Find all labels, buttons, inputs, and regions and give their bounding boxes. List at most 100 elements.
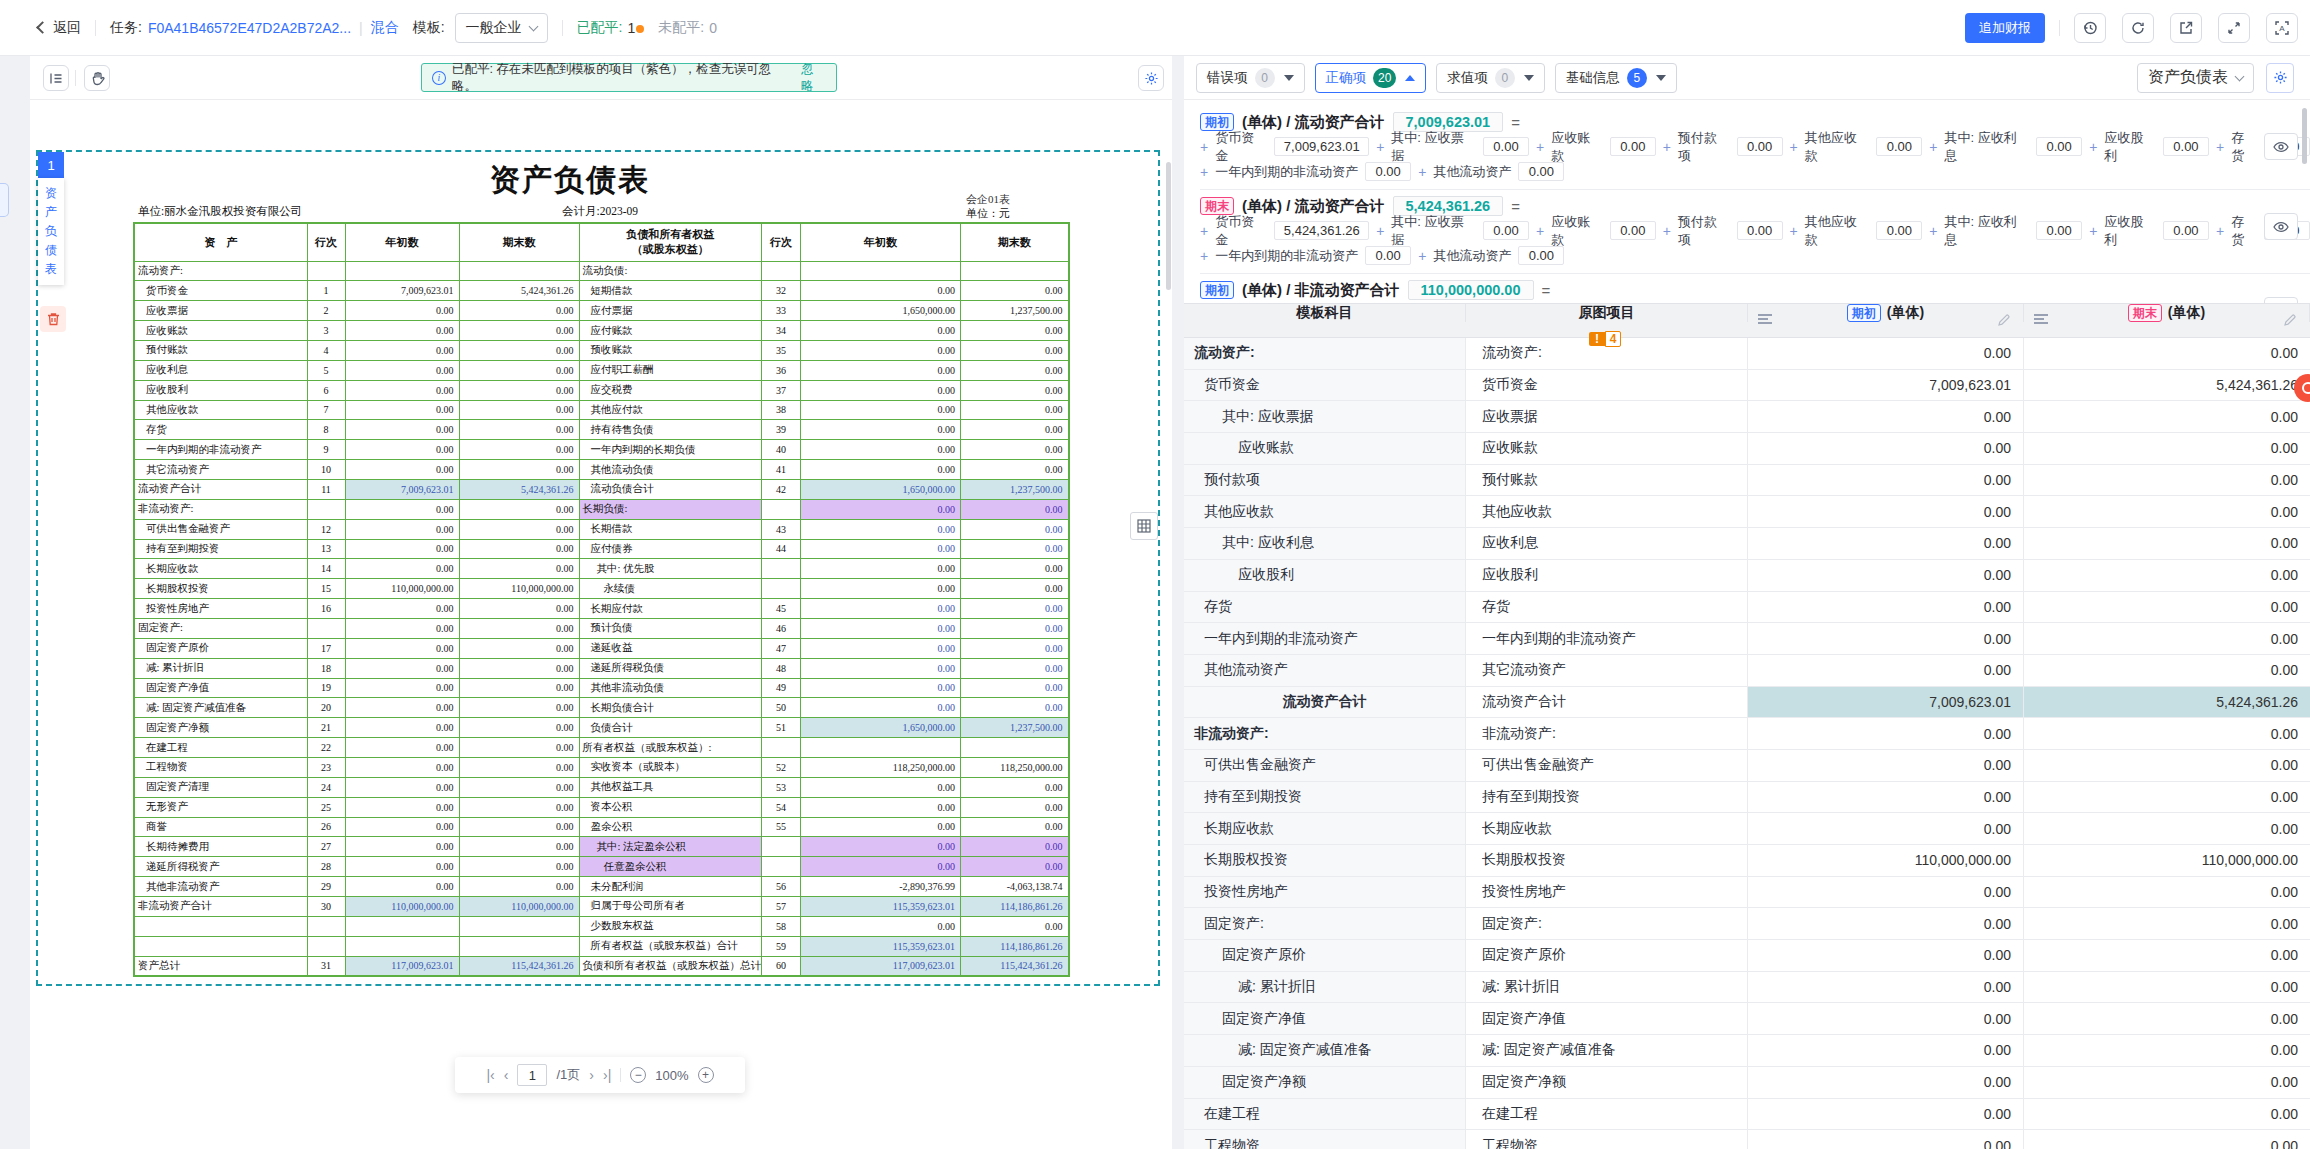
end-suffix: (单体): [2168, 304, 2205, 322]
match-row[interactable]: 其中: 应收利息应收利息0.000.00: [1184, 528, 2310, 560]
zoom-in-button[interactable]: +: [698, 1067, 714, 1083]
doc-cell: 0.00: [801, 837, 961, 857]
match-row[interactable]: 其他应收款其他应收款0.000.00: [1184, 496, 2310, 528]
sheet-select[interactable]: 资产负债表: [2137, 63, 2254, 93]
warning-count-badge: !4: [1464, 330, 1746, 348]
doc-cell: 118,250,000.00: [801, 757, 961, 777]
doc-cell: 0.00: [345, 718, 459, 738]
match-row[interactable]: 长期股权投资长期股权投资110,000,000.00110,000,000.00: [1184, 845, 2310, 877]
match-row[interactable]: 长期应收款长期应收款0.000.00: [1184, 813, 2310, 845]
match-table-header: 模板科目 原图项目 期初 (单体) 期末 (单体) !4: [1184, 304, 2310, 338]
divider: [75, 70, 76, 86]
panel-scrollbar[interactable]: [2302, 108, 2307, 164]
match-row[interactable]: 固定资产净值固定资产净值0.000.00: [1184, 1003, 2310, 1035]
task-label: 任务:: [110, 19, 142, 37]
match-cell: 0.00: [1748, 496, 2024, 527]
task-id[interactable]: F0A41B46572E47D2A2B72A2...: [148, 20, 351, 36]
match-row[interactable]: 减: 累计折旧减: 累计折旧0.000.00: [1184, 972, 2310, 1004]
doc-cell: 0.00: [961, 817, 1069, 837]
filter-chip-正确项[interactable]: 正确项20: [1315, 63, 1427, 93]
match-row[interactable]: 其他流动资产其它流动资产0.000.00: [1184, 655, 2310, 687]
match-row[interactable]: 可供出售金融资产可供出售金融资产0.000.00: [1184, 750, 2310, 782]
match-row[interactable]: 货币资金货币资金7,009,623.015,424,361.26: [1184, 370, 2310, 402]
match-row[interactable]: 应收股利应收股利0.000.00: [1184, 560, 2310, 592]
prev-page-button[interactable]: ‹: [504, 1067, 509, 1083]
back-button[interactable]: 返回: [38, 19, 81, 37]
open-external-button[interactable]: [2170, 13, 2202, 43]
match-row[interactable]: 持有至到期投资持有至到期投资0.000.00: [1184, 782, 2310, 814]
match-row[interactable]: 减: 固定资产减值准备减: 固定资产减值准备0.000.00: [1184, 1035, 2310, 1067]
match-cell: 0.00: [2024, 940, 2310, 971]
page-input[interactable]: 1: [517, 1064, 547, 1086]
doc-cell: [307, 916, 345, 936]
doc-cell: 47: [762, 638, 801, 658]
zoom-out-button[interactable]: −: [630, 1067, 646, 1083]
match-row[interactable]: 固定资产:固定资产:0.000.00: [1184, 908, 2310, 940]
append-report-button[interactable]: 追加财报: [1965, 13, 2045, 43]
match-row[interactable]: 其中: 应收票据应收票据0.000.00: [1184, 401, 2310, 433]
pan-tool-button[interactable]: [84, 65, 110, 91]
match-row[interactable]: 一年内到期的非流动资产一年内到期的非流动资产0.000.00: [1184, 623, 2310, 655]
match-cell: 0.00: [2024, 908, 2310, 939]
next-page-button[interactable]: ›: [589, 1067, 594, 1083]
doc-cell: 49: [762, 678, 801, 698]
header-end-period[interactable]: 期末 (单体): [2024, 304, 2310, 322]
banner-ignore-link[interactable]: 忽略: [801, 61, 826, 95]
doc-cell: 0.00: [459, 877, 579, 897]
header-original-item[interactable]: 原图项目: [1466, 304, 1748, 322]
match-cell: 存货: [1184, 592, 1466, 623]
view-source-button[interactable]: [2264, 133, 2298, 160]
match-cell: 0.00: [1748, 750, 2024, 781]
match-row[interactable]: 固定资产原价固定资产原价0.000.00: [1184, 940, 2310, 972]
header-begin-period[interactable]: 期初 (单体): [1748, 304, 2024, 322]
match-row[interactable]: 预付款项预付账款0.000.00: [1184, 465, 2310, 497]
filter-chip-基础信息[interactable]: 基础信息5: [1555, 63, 1677, 93]
document-toolbar: i 已配平: 存在未匹配到模板的项目（紫色），检查无误可忽略。 忽略: [30, 56, 1172, 100]
match-cell: 0.00: [1748, 528, 2024, 559]
doc-cell: -2,890,376.99: [801, 877, 961, 897]
history-button[interactable]: [2074, 13, 2106, 43]
last-page-button[interactable]: ›|: [603, 1067, 611, 1083]
match-row[interactable]: 流动资产:流动资产:0.000.00: [1184, 338, 2310, 370]
ocr-recognize-button[interactable]: A: [2266, 13, 2298, 43]
outline-toggle-button[interactable]: [43, 65, 69, 91]
match-row[interactable]: 存货存货0.000.00: [1184, 592, 2310, 624]
match-row[interactable]: 投资性房地产投资性房地产0.000.00: [1184, 877, 2310, 909]
refresh-button[interactable]: [2122, 13, 2154, 43]
match-row[interactable]: 工程物资工程物资0.000.00: [1184, 1130, 2310, 1149]
match-cell: 一年内到期的非流动资产: [1184, 623, 1466, 654]
doc-cell: 0.00: [801, 321, 961, 341]
match-row[interactable]: 固定资产净额固定资产净额0.000.00: [1184, 1067, 2310, 1099]
doc-cell: 0.00: [459, 817, 579, 837]
delete-sheet-button[interactable]: [40, 306, 66, 332]
sort-icon[interactable]: [2034, 314, 2048, 326]
filter-chip-错误项[interactable]: 错误项0: [1196, 63, 1305, 93]
match-cell: 存货: [1466, 592, 1748, 623]
header-template-subject[interactable]: 模板科目: [1184, 304, 1466, 322]
fullscreen-button[interactable]: [2218, 13, 2250, 43]
match-row[interactable]: 流动资产合计流动资产合计7,009,623.015,424,361.26: [1184, 687, 2310, 719]
document-canvas[interactable]: 1 资产负债表 资产负债表 会企01表 单位:丽水金汛股权投资有限公司 会计月:…: [30, 100, 1172, 1148]
first-page-button[interactable]: |‹: [486, 1067, 494, 1083]
edit-pencil-icon[interactable]: [1997, 313, 2011, 330]
template-select[interactable]: 一般企业: [455, 13, 548, 43]
doc-cell: 0.00: [345, 678, 459, 698]
filter-chip-求值项[interactable]: 求值项0: [1436, 63, 1545, 93]
edit-pencil-icon[interactable]: [2283, 313, 2297, 330]
table-grid-toggle-button[interactable]: [1130, 512, 1158, 540]
collapsed-sidebar-handle[interactable]: [0, 183, 9, 217]
match-row[interactable]: 在建工程在建工程0.000.00: [1184, 1099, 2310, 1131]
match-cell: 减: 累计折旧: [1184, 972, 1466, 1003]
sort-icon[interactable]: [1758, 314, 1772, 326]
panel-settings-button[interactable]: [2266, 63, 2294, 93]
match-row[interactable]: 应收账款应收账款0.000.00: [1184, 433, 2310, 465]
doc-row: 长期应收款140.000.00其中: 优先股0.000.00: [134, 559, 1069, 579]
doc-cell: [961, 738, 1069, 758]
formula-group: 期初(单体) / 非流动资产合计110,000,000.00=+可供出售金融资产…: [1200, 274, 2310, 303]
col-header-begin: 年初数: [801, 223, 961, 261]
document-scrollbar[interactable]: [1166, 162, 1171, 290]
view-source-button[interactable]: [2264, 213, 2298, 240]
settings-gear-button[interactable]: [1138, 65, 1164, 91]
doc-cell: [762, 579, 801, 599]
match-row[interactable]: 非流动资产:非流动资产:0.000.00: [1184, 718, 2310, 750]
